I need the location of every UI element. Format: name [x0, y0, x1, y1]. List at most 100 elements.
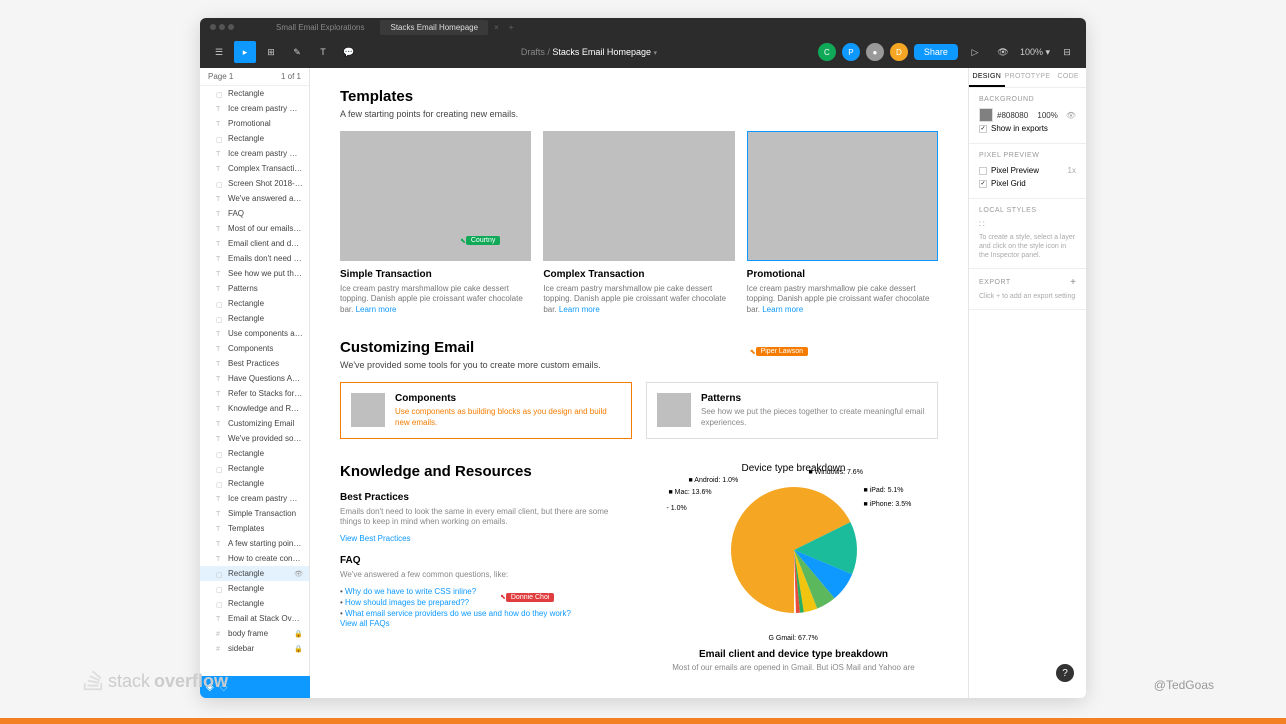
tab-active[interactable]: Stacks Email Homepage: [380, 20, 488, 35]
stackoverflow-icon: [82, 670, 104, 692]
bg-swatch[interactable]: [979, 108, 993, 122]
pie-label: - 1.0%: [667, 505, 687, 512]
add-tab[interactable]: +: [505, 23, 518, 32]
layer-item[interactable]: TSimple Transaction: [200, 506, 309, 521]
layer-item[interactable]: ▢Rectangle👁: [200, 566, 309, 581]
avatar[interactable]: P: [842, 43, 860, 61]
layer-item[interactable]: THow to create consistently-d...: [200, 551, 309, 566]
template-card[interactable]: PromotionalIce cream pastry marshmallow …: [747, 131, 938, 315]
panel-icon[interactable]: ⊟: [1056, 41, 1078, 63]
layer-item[interactable]: TWe've answered a few comm...: [200, 191, 309, 206]
layer-item[interactable]: ▢Screen Shot 2018-07-05 at 1...: [200, 176, 309, 191]
canvas[interactable]: Templates A few starting points for crea…: [310, 68, 968, 698]
layer-item[interactable]: TComplex Transaction: [200, 161, 309, 176]
layer-item[interactable]: TRefer to Stacks for guideline...: [200, 386, 309, 401]
faq-text: We've answered a few common questions, l…: [340, 570, 629, 580]
page-count: 1 of 1: [281, 72, 301, 81]
styles-label: LOCAL STYLES: [979, 207, 1076, 214]
layer-item[interactable]: TIce cream pastry marshmallo...: [200, 146, 309, 161]
template-card[interactable]: Complex TransactionIce cream pastry mars…: [543, 131, 734, 315]
menu-icon[interactable]: ☰: [208, 41, 230, 63]
multiplayer-cursor: ⬉Piper Lawson: [750, 347, 808, 356]
layer-item[interactable]: ▢Rectangle: [200, 461, 309, 476]
brand-logo: stackoverflow: [82, 670, 228, 692]
pie-label: ■ Mac: 13.6%: [669, 489, 712, 496]
layer-item[interactable]: ▢Rectangle: [200, 596, 309, 611]
pie-label: ■ Android: 1.0%: [689, 477, 739, 484]
frame-tool[interactable]: ⊞: [260, 41, 282, 63]
faq-link[interactable]: How should images be prepared??: [340, 597, 629, 608]
knowledge-heading: Knowledge and Resources: [340, 463, 629, 480]
custom-sub: We've provided some tools for you to cre…: [340, 360, 938, 370]
tab-inactive[interactable]: Small Email Explorations: [266, 20, 374, 35]
bp-link[interactable]: View Best Practices: [340, 534, 629, 543]
template-card[interactable]: Simple TransactionIce cream pastry marsh…: [340, 131, 531, 315]
pixel-label: PIXEL PREVIEW: [979, 152, 1076, 159]
styles-help: To create a style, select a layer and cl…: [979, 233, 1076, 260]
play-icon[interactable]: ▷: [964, 41, 986, 63]
multiplayer-cursor: ⬉Donnie Choi: [500, 593, 554, 602]
bg-opacity[interactable]: 100%: [1037, 111, 1057, 120]
text-tool[interactable]: T: [312, 41, 334, 63]
layer-item[interactable]: TBest Practices: [200, 356, 309, 371]
page-label[interactable]: Page 1: [208, 72, 233, 81]
comment-tool[interactable]: 💬: [338, 41, 360, 63]
layer-item[interactable]: TEmail at Stack Overflow: [200, 611, 309, 626]
layer-item[interactable]: TEmails don't need to look the...: [200, 251, 309, 266]
layer-item[interactable]: TFAQ: [200, 206, 309, 221]
help-button[interactable]: ?: [1056, 664, 1074, 682]
checkbox[interactable]: [979, 180, 987, 188]
layer-item[interactable]: ▢Rectangle: [200, 311, 309, 326]
inspector-tab[interactable]: CODE: [1050, 68, 1086, 87]
pen-tool[interactable]: ✎: [286, 41, 308, 63]
layer-item[interactable]: TA few starting points for crea...: [200, 536, 309, 551]
layer-item[interactable]: #body frame🔒: [200, 626, 309, 641]
layer-item[interactable]: TEmail client and device type ...: [200, 236, 309, 251]
move-tool[interactable]: ▸: [234, 41, 256, 63]
faq-link[interactable]: Why do we have to write CSS inline?: [340, 586, 629, 597]
checkbox[interactable]: [979, 167, 987, 175]
inspector-tab[interactable]: DESIGN: [969, 68, 1005, 87]
avatar[interactable]: C: [818, 43, 836, 61]
layer-item[interactable]: TPatterns: [200, 281, 309, 296]
pie-label: ■ iPad: 5.1%: [864, 487, 904, 494]
layer-item[interactable]: ▢Rectangle: [200, 131, 309, 146]
layer-item[interactable]: TTemplates: [200, 521, 309, 536]
faq-link[interactable]: What email service providers do we use a…: [340, 608, 629, 619]
zoom-level[interactable]: 100% ▾: [1020, 47, 1050, 58]
view-icon[interactable]: 👁: [992, 41, 1014, 63]
faq-all-link[interactable]: View all FAQs: [340, 619, 629, 628]
layer-item[interactable]: ▢Rectangle: [200, 296, 309, 311]
layer-item[interactable]: THave Questions About Email?: [200, 371, 309, 386]
layer-item[interactable]: TSee how we put the pieces to...: [200, 266, 309, 281]
layer-item[interactable]: TPromotional: [200, 116, 309, 131]
bg-hex[interactable]: #808080: [997, 111, 1028, 120]
layer-item[interactable]: ▢Rectangle: [200, 446, 309, 461]
layer-item[interactable]: TIce cream pastry marshmallo...: [200, 101, 309, 116]
layer-item[interactable]: TMost of our emails are opene...: [200, 221, 309, 236]
layer-item[interactable]: TCustomizing Email: [200, 416, 309, 431]
layer-item[interactable]: TKnowledge and Resources: [200, 401, 309, 416]
layer-item[interactable]: TUse components as building ...: [200, 326, 309, 341]
eye-icon[interactable]: 👁: [1066, 111, 1076, 120]
layer-item[interactable]: ▢Rectangle: [200, 581, 309, 596]
chart-caption: Email client and device type breakdown: [649, 649, 938, 660]
export-help: Click + to add an export setting: [979, 292, 1076, 301]
custom-card[interactable]: ComponentsUse components as building blo…: [340, 382, 632, 439]
layer-item[interactable]: TWe've provided some tools f...: [200, 431, 309, 446]
add-export[interactable]: +: [1070, 277, 1076, 288]
avatar[interactable]: D: [890, 43, 908, 61]
export-label: EXPORT: [979, 279, 1011, 286]
layer-item[interactable]: ▢Rectangle: [200, 86, 309, 101]
breadcrumb[interactable]: Drafts / Stacks Email Homepage ▾: [368, 47, 810, 57]
layer-item[interactable]: TComponents: [200, 341, 309, 356]
checkbox[interactable]: [979, 125, 987, 133]
share-button[interactable]: Share: [914, 44, 958, 60]
custom-card[interactable]: PatternsSee how we put the pieces togeth…: [646, 382, 938, 439]
avatar[interactable]: ●: [866, 43, 884, 61]
inspector-tab[interactable]: PROTOTYPE: [1005, 68, 1051, 87]
layer-item[interactable]: #sidebar🔒: [200, 641, 309, 656]
layer-item[interactable]: ▢Rectangle: [200, 476, 309, 491]
layer-item[interactable]: TIce cream pastry marshmallo...: [200, 491, 309, 506]
templates-heading: Templates: [340, 88, 938, 105]
